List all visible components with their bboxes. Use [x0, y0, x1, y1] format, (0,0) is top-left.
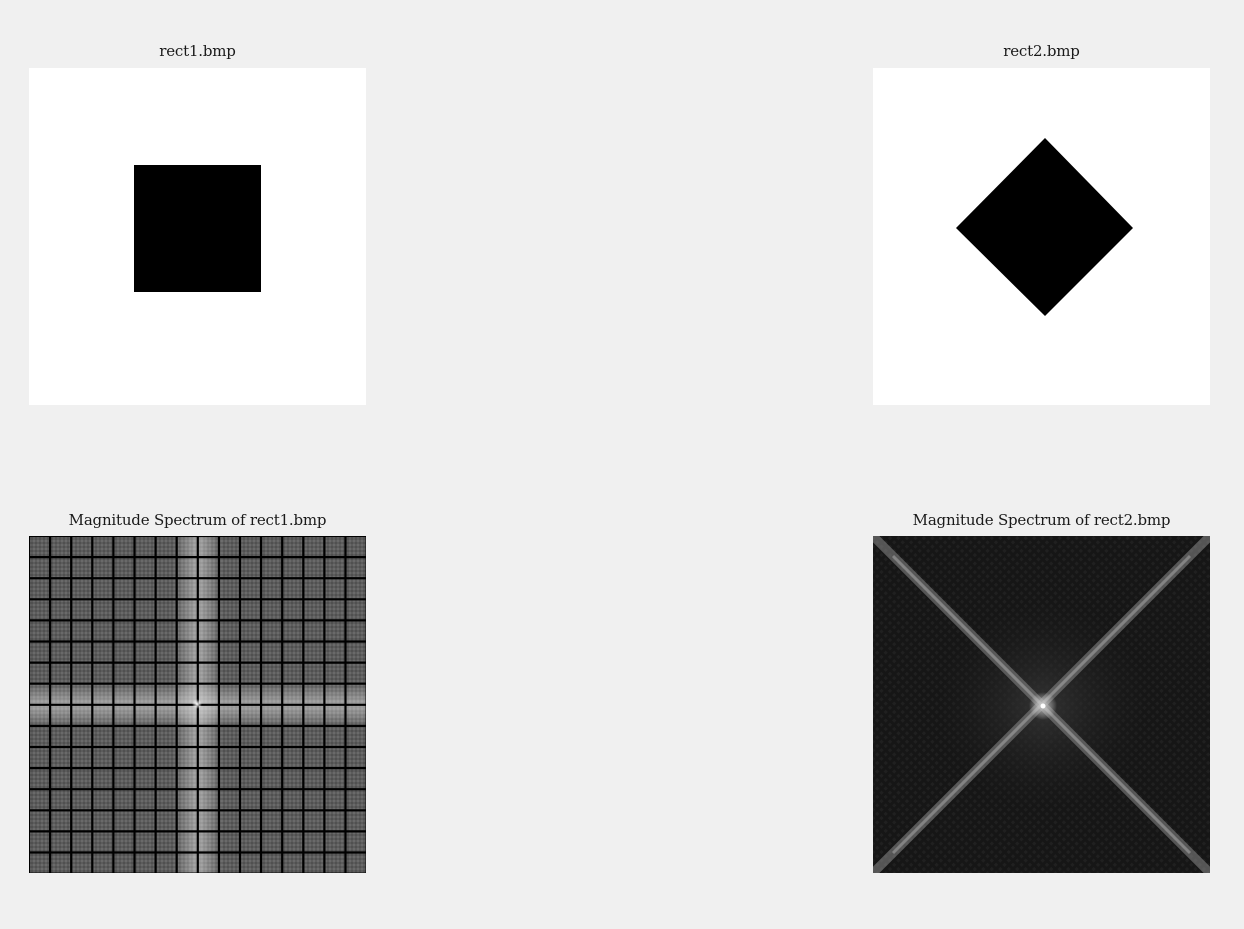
figure-window: rect1.bmp rect2.bmp Magnitude Spectrum o…	[0, 0, 1244, 929]
image-axes-rect2	[873, 68, 1210, 405]
spectrum-axes-rect2	[873, 536, 1210, 873]
spectrum-axes-rect1	[29, 536, 366, 873]
image-axes-rect1	[29, 68, 366, 405]
spectrum-center-peak	[1040, 703, 1046, 709]
panel-title-rect1: rect1.bmp	[159, 42, 236, 60]
spectrum-center-peak	[192, 699, 202, 709]
black-diamond	[956, 138, 1133, 316]
panel-title-spectrum1: Magnitude Spectrum of rect1.bmp	[68, 511, 327, 529]
black-square	[134, 165, 261, 292]
panel-title-rect2: rect2.bmp	[1003, 42, 1080, 60]
panel-title-spectrum2: Magnitude Spectrum of rect2.bmp	[912, 511, 1171, 529]
